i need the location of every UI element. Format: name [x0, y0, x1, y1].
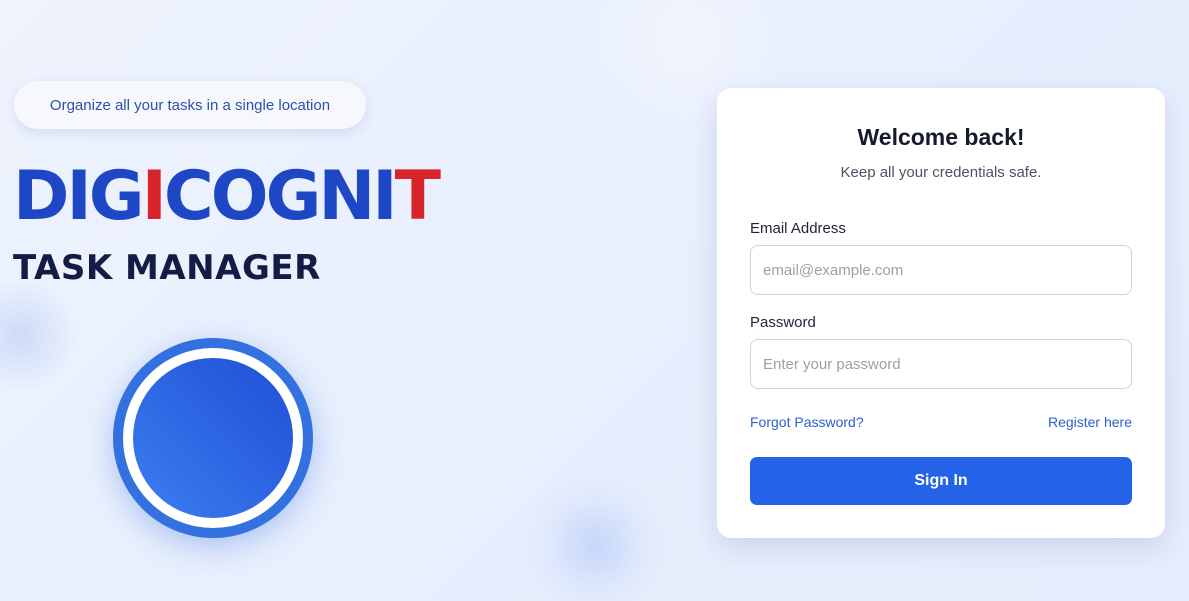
forgot-password-link[interactable]: Forgot Password? — [750, 414, 864, 430]
tagline-pill: Organize all your tasks in a single loca… — [14, 81, 366, 129]
login-title: Welcome back! — [857, 124, 1025, 150]
login-subtitle: Keep all your credentials safe. — [840, 164, 1042, 181]
password-field[interactable] — [750, 339, 1132, 389]
brand-segment-cogni: COGNI — [163, 157, 398, 236]
brand-segment-dig: DIG — [13, 157, 145, 236]
brand-wordmark: DIGICOGNIT — [13, 157, 441, 236]
tagline-text: Organize all your tasks in a single loca… — [49, 96, 331, 114]
register-link[interactable]: Register here — [1048, 414, 1132, 430]
logo-core — [133, 358, 293, 518]
brand-segment-i: I — [141, 157, 167, 236]
background-glow-left — [0, 280, 80, 390]
sign-in-button[interactable]: Sign In — [750, 457, 1132, 505]
background-glow-bottom — [520, 470, 670, 601]
circle-logo-icon — [113, 338, 313, 538]
login-card: Welcome back! Keep all your credentials … — [717, 88, 1165, 538]
app-subtitle: TASK MANAGER — [13, 248, 321, 288]
logo-ring-gap — [123, 348, 303, 528]
email-field[interactable] — [750, 245, 1132, 295]
email-label: Email Address — [750, 220, 846, 237]
password-label: Password — [750, 314, 816, 331]
brand-segment-t: T — [394, 157, 441, 236]
